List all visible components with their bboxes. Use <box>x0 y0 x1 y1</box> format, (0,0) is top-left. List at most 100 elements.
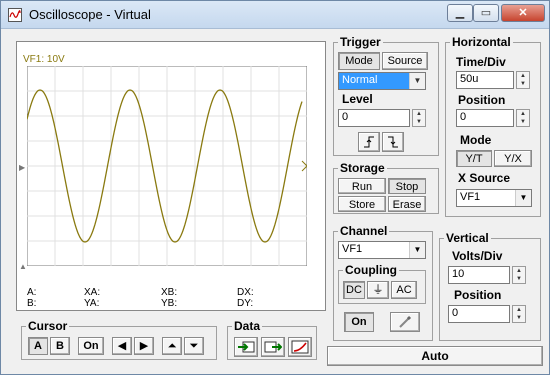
import-icon <box>238 341 255 353</box>
data-title: Data <box>232 319 263 333</box>
cursor-left-button[interactable]: ◀ <box>112 337 132 355</box>
readout-ya: YA: <box>84 298 100 309</box>
data-export-button[interactable] <box>261 337 285 357</box>
trigger-source-button[interactable]: Source <box>382 52 428 70</box>
trigger-group: Trigger Mode Source Normal ▼ Level 0 ▲ ▼ <box>333 35 439 156</box>
coupling-ac-button[interactable]: AC <box>391 281 417 299</box>
graph-icon <box>291 340 309 354</box>
vertical-title: Vertical <box>444 231 491 245</box>
chevron-down-icon: ▼ <box>409 242 425 258</box>
channel-group: Channel VF1 ▼ Coupling DC ⏚ AC On <box>333 224 433 341</box>
horizontal-position-spinner[interactable]: ▲ ▼ <box>516 109 530 127</box>
spin-down-icon: ▼ <box>520 119 526 125</box>
storage-group: Storage Run Stop Store Erase <box>333 161 439 214</box>
export-icon <box>264 341 283 353</box>
spin-down-icon: ▼ <box>416 119 422 125</box>
readout-yb: YB: <box>161 298 178 309</box>
store-button[interactable]: Store <box>338 196 386 212</box>
trigger-mode-select[interactable]: Normal ▼ <box>338 72 426 90</box>
horizontal-mode-label: Mode <box>460 133 492 147</box>
voltsdiv-spinner[interactable]: ▲ ▼ <box>512 266 526 284</box>
trigger-title: Trigger <box>338 35 383 49</box>
voltsdiv-label: Volts/Div <box>452 249 503 263</box>
auto-button[interactable]: Auto <box>327 346 543 366</box>
voltsdiv-input[interactable]: 10 <box>448 266 510 284</box>
xsource-label: X Source <box>458 171 511 185</box>
cursor-title: Cursor <box>26 319 70 333</box>
timediv-spinner[interactable]: ▲ ▼ <box>516 71 530 89</box>
coupling-title: Coupling <box>343 263 399 277</box>
window-title: Oscilloscope - Virtual <box>29 7 151 22</box>
channel-value: VF1 <box>342 243 363 255</box>
cursor-right-button[interactable]: ▶ <box>134 337 154 355</box>
stop-button[interactable]: Stop <box>388 178 426 194</box>
close-button[interactable]: ✕ <box>501 4 545 22</box>
vertical-position-input[interactable]: 0 <box>448 305 510 323</box>
erase-button[interactable]: Erase <box>388 196 426 212</box>
title-bar[interactable]: Oscilloscope - Virtual ▁ ▭ ✕ <box>1 1 549 29</box>
rising-edge-button[interactable] <box>358 132 380 152</box>
data-import-button[interactable] <box>234 337 258 357</box>
coupling-dc-button[interactable]: DC <box>343 281 365 299</box>
cursor-up-button[interactable]: ⏶ <box>162 337 182 355</box>
probe-icon <box>399 315 412 328</box>
trigger-mode-button[interactable]: Mode <box>338 52 380 70</box>
trigger-level-label: Level <box>342 92 373 106</box>
spin-up-icon: ▲ <box>520 73 526 79</box>
scope-display[interactable] <box>27 66 307 266</box>
oscilloscope-window: Oscilloscope - Virtual ▁ ▭ ✕ VF1: 10V ▶ … <box>0 0 550 375</box>
run-button[interactable]: Run <box>338 178 386 194</box>
readout-dx: DX: <box>237 287 254 298</box>
coupling-gnd-button[interactable]: ⏚ <box>367 281 389 299</box>
vertical-position-label: Position <box>454 288 502 302</box>
rising-edge-icon <box>364 136 374 148</box>
trigger-level-input[interactable]: 0 <box>338 109 410 127</box>
xsource-value: VF1 <box>460 191 481 203</box>
scope-display-frame: VF1: 10V ▶ ▲ A: B: XA: YA: XB: YB: DX: D… <box>16 41 326 311</box>
trigger-mode-value: Normal <box>342 74 378 86</box>
spin-down-icon: ▼ <box>516 315 522 321</box>
readout-xa: XA: <box>84 287 101 298</box>
chevron-down-icon: ▼ <box>409 73 425 89</box>
cursor-a-button[interactable]: A <box>28 337 48 355</box>
spin-down-icon: ▼ <box>516 276 522 282</box>
xsource-select[interactable]: VF1 ▼ <box>456 189 532 207</box>
vertical-position-spinner[interactable]: ▲ ▼ <box>512 305 526 323</box>
data-graph-button[interactable] <box>288 337 312 357</box>
spin-up-icon: ▲ <box>416 111 422 117</box>
scope-channel-label: VF1: 10V <box>23 54 65 65</box>
minimize-button[interactable]: ▁ <box>447 4 473 22</box>
falling-edge-button[interactable] <box>382 132 404 152</box>
cursor-on-button[interactable]: On <box>78 337 104 355</box>
maximize-button[interactable]: ▭ <box>473 4 499 22</box>
channel-select[interactable]: VF1 ▼ <box>338 241 426 259</box>
readout-b: B: <box>27 298 37 309</box>
spin-down-icon: ▼ <box>520 81 526 87</box>
cursor-b-button[interactable]: B <box>50 337 70 355</box>
channel-on-button[interactable]: On <box>344 312 374 332</box>
cursor-down-button[interactable]: ⏷ <box>184 337 204 355</box>
vertical-group: Vertical Volts/Div 10 ▲ ▼ Position 0 ▲ ▼ <box>439 231 541 341</box>
spin-up-icon: ▲ <box>520 111 526 117</box>
timediv-label: Time/Div <box>456 55 506 69</box>
probe-button[interactable] <box>390 312 420 332</box>
horizontal-group: Horizontal Time/Div 50u ▲ ▼ Position 0 ▲ ▼… <box>445 35 541 217</box>
mode-yt-button[interactable]: Y/T <box>456 150 492 167</box>
chevron-down-icon: ▼ <box>515 190 531 206</box>
readout-dy: DY: <box>237 298 254 309</box>
oscilloscope-app-icon <box>8 8 22 22</box>
readout-xb: XB: <box>161 287 178 298</box>
data-group: Data <box>227 319 317 360</box>
bottom-marker-icon: ▲ <box>19 262 27 271</box>
mode-yx-button[interactable]: Y/X <box>494 150 532 167</box>
horizontal-title: Horizontal <box>450 35 513 49</box>
trigger-level-spinner[interactable]: ▲ ▼ <box>412 109 426 127</box>
horizontal-position-input[interactable]: 0 <box>456 109 514 127</box>
cursor-group: Cursor A B On ◀ ▶ ⏶ ⏷ <box>21 319 217 360</box>
readout-a: A: <box>27 287 37 298</box>
storage-title: Storage <box>338 161 387 175</box>
spin-up-icon: ▲ <box>516 268 522 274</box>
spin-up-icon: ▲ <box>516 307 522 313</box>
coupling-group: Coupling DC ⏚ AC <box>338 263 426 304</box>
timediv-input[interactable]: 50u <box>456 71 514 89</box>
